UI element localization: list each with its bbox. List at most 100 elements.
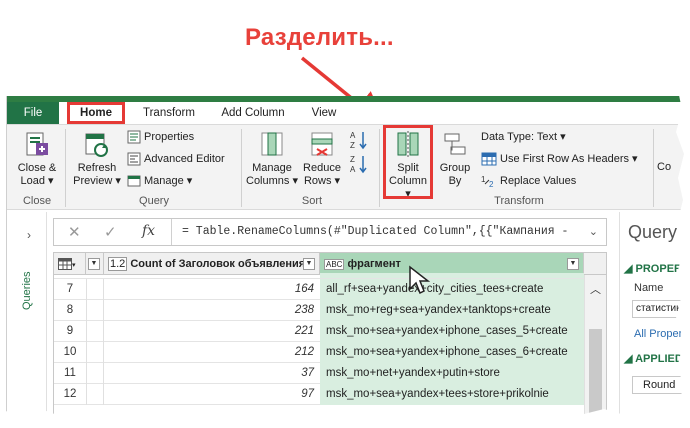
number-type-icon[interactable]: 1.2: [108, 257, 128, 271]
tab-view[interactable]: View: [301, 102, 347, 124]
row-gap-cell: [86, 384, 104, 405]
group-by-button[interactable]: Group By: [435, 129, 475, 188]
table-row[interactable]: 9 221 msk_mo+sea+yandex+iphone_cases_5+c…: [54, 321, 606, 342]
tab-transform[interactable]: Transform: [133, 102, 205, 124]
group-label-sort: Sort: [301, 195, 323, 207]
reduce-rows-label-2: Rows ▾: [303, 175, 341, 187]
advanced-editor-label: Advanced Editor: [144, 153, 225, 165]
row-number: 7: [66, 283, 74, 295]
scroll-up-icon[interactable]: ︿: [590, 281, 601, 297]
manage-columns-button[interactable]: Manage Columns ▾: [245, 129, 299, 188]
cell-fragment[interactable]: msk_mo+sea+yandex+iphone_cases_6+create: [320, 342, 584, 363]
ribbon-separator: [653, 129, 654, 207]
close-load-icon: [26, 132, 48, 156]
svg-text:2: 2: [489, 180, 494, 188]
ribbon-tabs: File Home Transform Add Column View: [7, 102, 685, 124]
replace-values-button[interactable]: 1 2 Replace Values: [481, 171, 576, 191]
group-label-transform: Transform: [494, 195, 544, 207]
row-gap-cell: [86, 300, 104, 321]
cell-count[interactable]: 97: [104, 384, 319, 405]
properties-icon: [127, 130, 141, 144]
tab-add-column[interactable]: Add Column: [211, 102, 295, 124]
table-row[interactable]: 10 212 msk_mo+sea+yandex+iphone_cases_6+…: [54, 342, 606, 363]
use-first-row-label: Use First Row As Headers ▾: [500, 153, 638, 165]
column-header-count[interactable]: 1.2 Count of Заголовок объявления ▼: [104, 253, 320, 275]
sort-ascending-icon[interactable]: A Z: [349, 129, 369, 151]
row-gap-cell: [86, 321, 104, 342]
row-number: 10: [63, 346, 77, 358]
refresh-preview-button[interactable]: Refresh Preview ▾: [71, 129, 123, 188]
data-type-dropdown[interactable]: Data Type: Text ▾: [481, 127, 566, 147]
power-query-window: File Home Transform Add Column View Clos…: [6, 96, 685, 422]
expand-formula-icon[interactable]: ⌄: [589, 225, 598, 238]
table-icon: [58, 258, 72, 271]
data-type-label: Data Type: Text ▾: [481, 131, 566, 143]
svg-text:Z: Z: [350, 155, 355, 164]
refresh-icon: [85, 133, 108, 157]
column-filter-icon[interactable]: ▼: [567, 258, 579, 270]
row-number: 9: [66, 325, 74, 337]
ribbon-separator: [241, 129, 242, 207]
queries-pane-label[interactable]: Queries: [21, 271, 33, 310]
text-type-icon[interactable]: ABC: [324, 259, 345, 270]
advanced-editor-button[interactable]: Advanced Editor: [127, 149, 225, 169]
column-header-count-label: Count of Заголовок объявления: [130, 258, 306, 270]
table-row[interactable]: 11 37 msk_mo+net+yandex+putin+store: [54, 363, 606, 384]
cell-count[interactable]: 164: [104, 279, 319, 300]
vertical-scrollbar[interactable]: ︿: [584, 275, 606, 422]
reduce-rows-label-1: Reduce: [303, 162, 341, 174]
manage-button[interactable]: Manage ▾: [127, 171, 192, 191]
table-row[interactable]: 12 97 msk_mo+sea+yandex+tees+store+priko…: [54, 384, 606, 405]
formula-buttons: ✕ ✓ fx: [54, 219, 172, 245]
properties-label: Properties: [144, 131, 195, 143]
row-gap-cell: [86, 342, 104, 363]
data-grid: ▾ ▼ 1.2 Count of Заголовок объявления ▼ …: [53, 252, 607, 422]
cell-count[interactable]: 238: [104, 300, 319, 321]
group-by-label-1: Group: [439, 162, 471, 174]
table-row[interactable]: 8 238 msk_mo+reg+sea+yandex+tanktops+cre…: [54, 300, 606, 321]
row-filter-button[interactable]: ▼: [86, 253, 104, 275]
use-first-row-headers-button[interactable]: Use First Row As Headers ▾: [481, 149, 638, 169]
sort-descending-icon[interactable]: Z A: [349, 153, 369, 175]
cell-count[interactable]: 221: [104, 321, 319, 342]
replace-values-icon: 12: [481, 175, 494, 188]
column-header-fragment[interactable]: ABC фрагмент ▼: [320, 253, 584, 275]
table-menu-button[interactable]: ▾: [54, 253, 86, 275]
manage-columns-icon: [261, 132, 283, 156]
row-number: 12: [63, 388, 77, 400]
table-row[interactable]: 7 164 all_rf+sea+yandex+city_cities_tees…: [54, 279, 606, 300]
table-headers-icon: [481, 152, 497, 166]
cell-fragment[interactable]: msk_mo+sea+yandex+tees+store+prikolnie: [320, 384, 584, 405]
ribbon-separator: [65, 129, 66, 207]
torn-edge-bottom: [0, 408, 690, 428]
cell-fragment[interactable]: msk_mo+net+yandex+putin+store: [320, 363, 584, 384]
cell-count[interactable]: 37: [104, 363, 319, 384]
cell-fragment[interactable]: msk_mo+sea+yandex+iphone_cases_5+create: [320, 321, 584, 342]
cancel-formula-icon[interactable]: ✕: [68, 223, 81, 241]
manage-columns-label-1: Manage: [252, 162, 292, 174]
reduce-rows-button[interactable]: Reduce Rows ▾: [301, 129, 343, 188]
confirm-formula-icon[interactable]: ✓: [104, 223, 117, 241]
close-load-button[interactable]: Close & Load ▾: [13, 129, 61, 188]
tab-file[interactable]: File: [7, 102, 59, 124]
cell-fragment[interactable]: all_rf+sea+yandex+city_cities_tees+creat…: [320, 279, 584, 300]
column-header-fragment-label: фрагмент: [347, 258, 401, 270]
svg-text:1: 1: [481, 175, 486, 184]
queries-pane-collapsed[interactable]: › Queries: [7, 212, 47, 422]
name-label: Name: [634, 282, 664, 294]
row-gap-cell: [86, 279, 104, 300]
mouse-cursor-icon: [409, 265, 431, 295]
formula-bar: ✕ ✓ fx = Table.RenameColumns(#"Duplicate…: [53, 218, 607, 246]
tab-home[interactable]: Home: [67, 102, 125, 124]
chevron-down-icon: ▼: [88, 258, 100, 271]
grid-header: ▾ ▼ 1.2 Count of Заголовок объявления ▼ …: [54, 253, 606, 275]
column-filter-icon[interactable]: ▼: [303, 258, 315, 270]
expand-queries-icon[interactable]: ›: [27, 228, 31, 242]
replace-values-label: Replace Values: [500, 175, 577, 187]
properties-button[interactable]: Properties: [127, 127, 194, 147]
cell-count[interactable]: 212: [104, 342, 319, 363]
formula-text[interactable]: = Table.RenameColumns(#"Duplicated Colum…: [182, 225, 568, 238]
fx-icon: fx: [142, 223, 156, 239]
cell-fragment[interactable]: msk_mo+reg+sea+yandex+tanktops+create: [320, 300, 584, 321]
editor-area: › Queries ✕ ✓ fx = Table.RenameColumns(#…: [7, 212, 685, 422]
